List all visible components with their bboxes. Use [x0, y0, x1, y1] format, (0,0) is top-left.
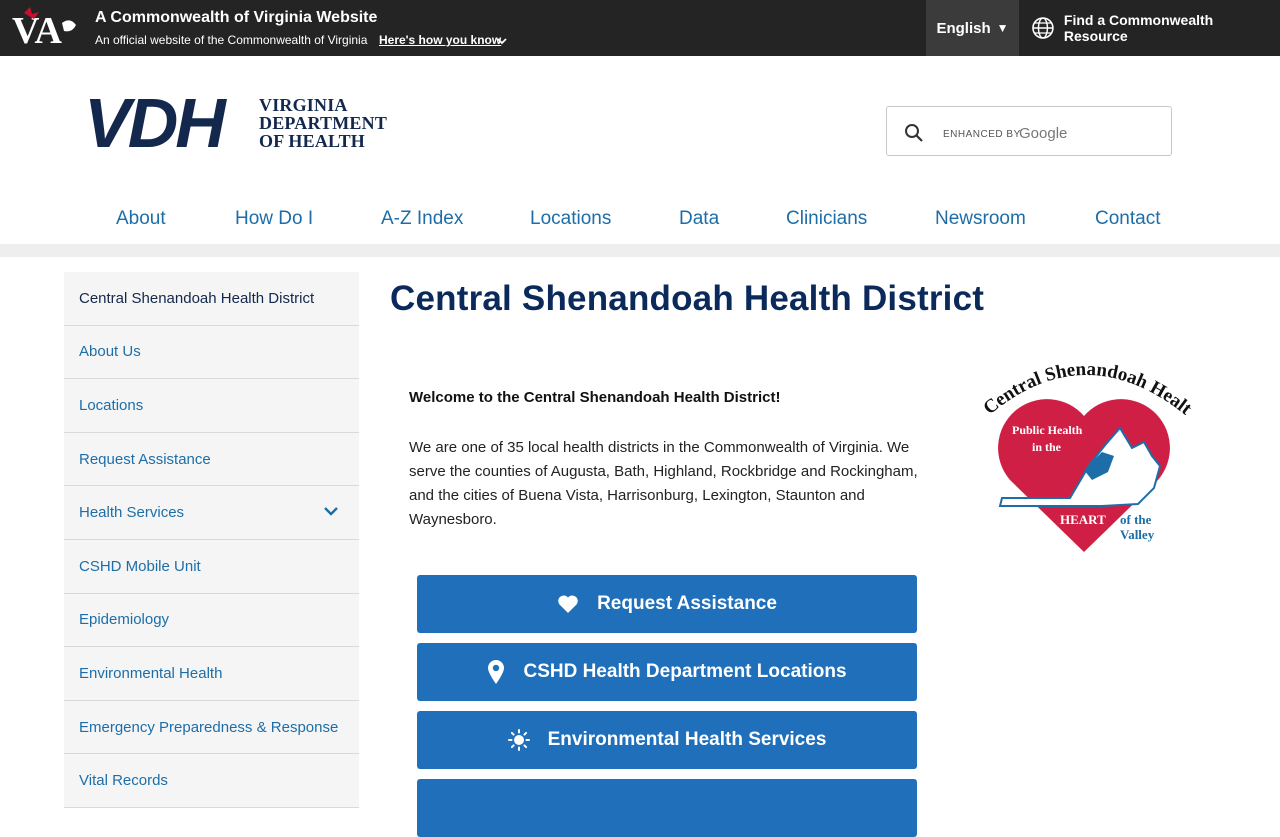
nav-locations[interactable]: Locations [530, 208, 611, 230]
chevron-down-icon[interactable] [323, 505, 339, 517]
sidebar-item-locations[interactable]: Locations [64, 379, 359, 433]
main-navigation: About How Do I A-Z Index Locations Data … [0, 198, 1280, 244]
sidebar-item-health-services[interactable]: Health Services [64, 486, 359, 540]
sidebar-item-about-us[interactable]: About Us [64, 325, 359, 380]
nav-newsroom[interactable]: Newsroom [935, 208, 1026, 230]
site-search[interactable]: ENHANCED BY Google [886, 106, 1172, 156]
request-assistance-button[interactable]: Request Assistance [417, 575, 917, 633]
sidebar-item-epidemiology[interactable]: Epidemiology [64, 593, 359, 648]
locations-button[interactable]: CSHD Health Department Locations [417, 643, 917, 701]
nav-data[interactable]: Data [679, 208, 719, 230]
nav-how-do-i[interactable]: How Do I [235, 208, 313, 230]
heres-how-you-know-link[interactable]: Here's how you know [379, 33, 501, 47]
map-pin-icon [487, 659, 505, 685]
caret-down-icon: ▼ [996, 21, 1009, 35]
sidebar-item-environmental-health[interactable]: Environmental Health [64, 647, 359, 701]
sidebar-item-cshd-mobile-unit[interactable]: CSHD Mobile Unit [64, 539, 359, 594]
cta-label: CSHD Health Department Locations [523, 661, 847, 682]
search-input[interactable] [887, 107, 1171, 155]
svg-text:HEART: HEART [1060, 512, 1106, 527]
sidebar-item-emergency-preparedness[interactable]: Emergency Preparedness & Response [64, 700, 359, 755]
sun-icon [507, 729, 530, 751]
cta-label: Environmental Health Services [547, 729, 827, 750]
vdh-logo[interactable]: VDH VIRGINIA DEPARTMENT OF HEALTH [84, 88, 387, 158]
svg-text:Public Health: Public Health [1012, 423, 1083, 437]
nav-clinicians[interactable]: Clinicians [786, 208, 867, 230]
sidebar-item-request-assistance[interactable]: Request Assistance [64, 432, 359, 487]
vdh-logo-wordmark: VIRGINIA DEPARTMENT OF HEALTH [259, 95, 388, 151]
language-label: English [936, 19, 991, 37]
svg-text:Central Shenandoah Health Dist: Central Shenandoah Health District [972, 352, 1194, 420]
svg-text:of the: of the [1120, 512, 1152, 527]
nav-divider [0, 244, 1280, 257]
environmental-health-button[interactable]: Environmental Health Services [417, 711, 917, 769]
svg-text:in the: in the [1032, 440, 1062, 454]
page-title: Central Shenandoah Health District [390, 279, 985, 318]
sidebar-item-central-shenandoah[interactable]: Central Shenandoah Health District [64, 272, 359, 326]
find-resource-button[interactable]: Find a Commonwealth Resource [1019, 0, 1280, 56]
vdh-logo-mark: VDH [84, 84, 226, 162]
chevron-down-icon[interactable] [495, 34, 509, 48]
section-sidebar: Central Shenandoah Health District About… [64, 272, 359, 808]
additional-service-button[interactable] [417, 779, 917, 837]
banner-title: A Commonwealth of Virginia Website [95, 9, 378, 26]
sidebar-item-label: Health Services [79, 504, 185, 522]
intro-paragraph: We are one of 35 local health districts … [409, 439, 918, 528]
nav-contact[interactable]: Contact [1095, 208, 1160, 230]
heart-icon [557, 594, 579, 614]
find-resource-label: Find a Commonwealth Resource [1063, 12, 1214, 44]
nav-a-z-index[interactable]: A-Z Index [381, 208, 463, 230]
banner-subtitle: An official website of the Commonwealth … [95, 33, 368, 47]
language-selector[interactable]: English ▼ [926, 0, 1019, 56]
central-shenandoah-district-logo: Central Shenandoah Health District Publi… [972, 352, 1194, 552]
virginia-seal-logo[interactable]: VA [10, 5, 82, 49]
nav-about[interactable]: About [116, 208, 166, 230]
cta-label: Request Assistance [597, 593, 777, 614]
svg-text:Valley: Valley [1120, 527, 1155, 542]
svg-text:VA: VA [12, 10, 63, 49]
welcome-heading: Welcome to the Central Shenandoah Health… [409, 389, 781, 406]
globe-icon [1032, 17, 1054, 39]
commonwealth-banner: VA A Commonwealth of Virginia Website An… [0, 0, 1280, 56]
